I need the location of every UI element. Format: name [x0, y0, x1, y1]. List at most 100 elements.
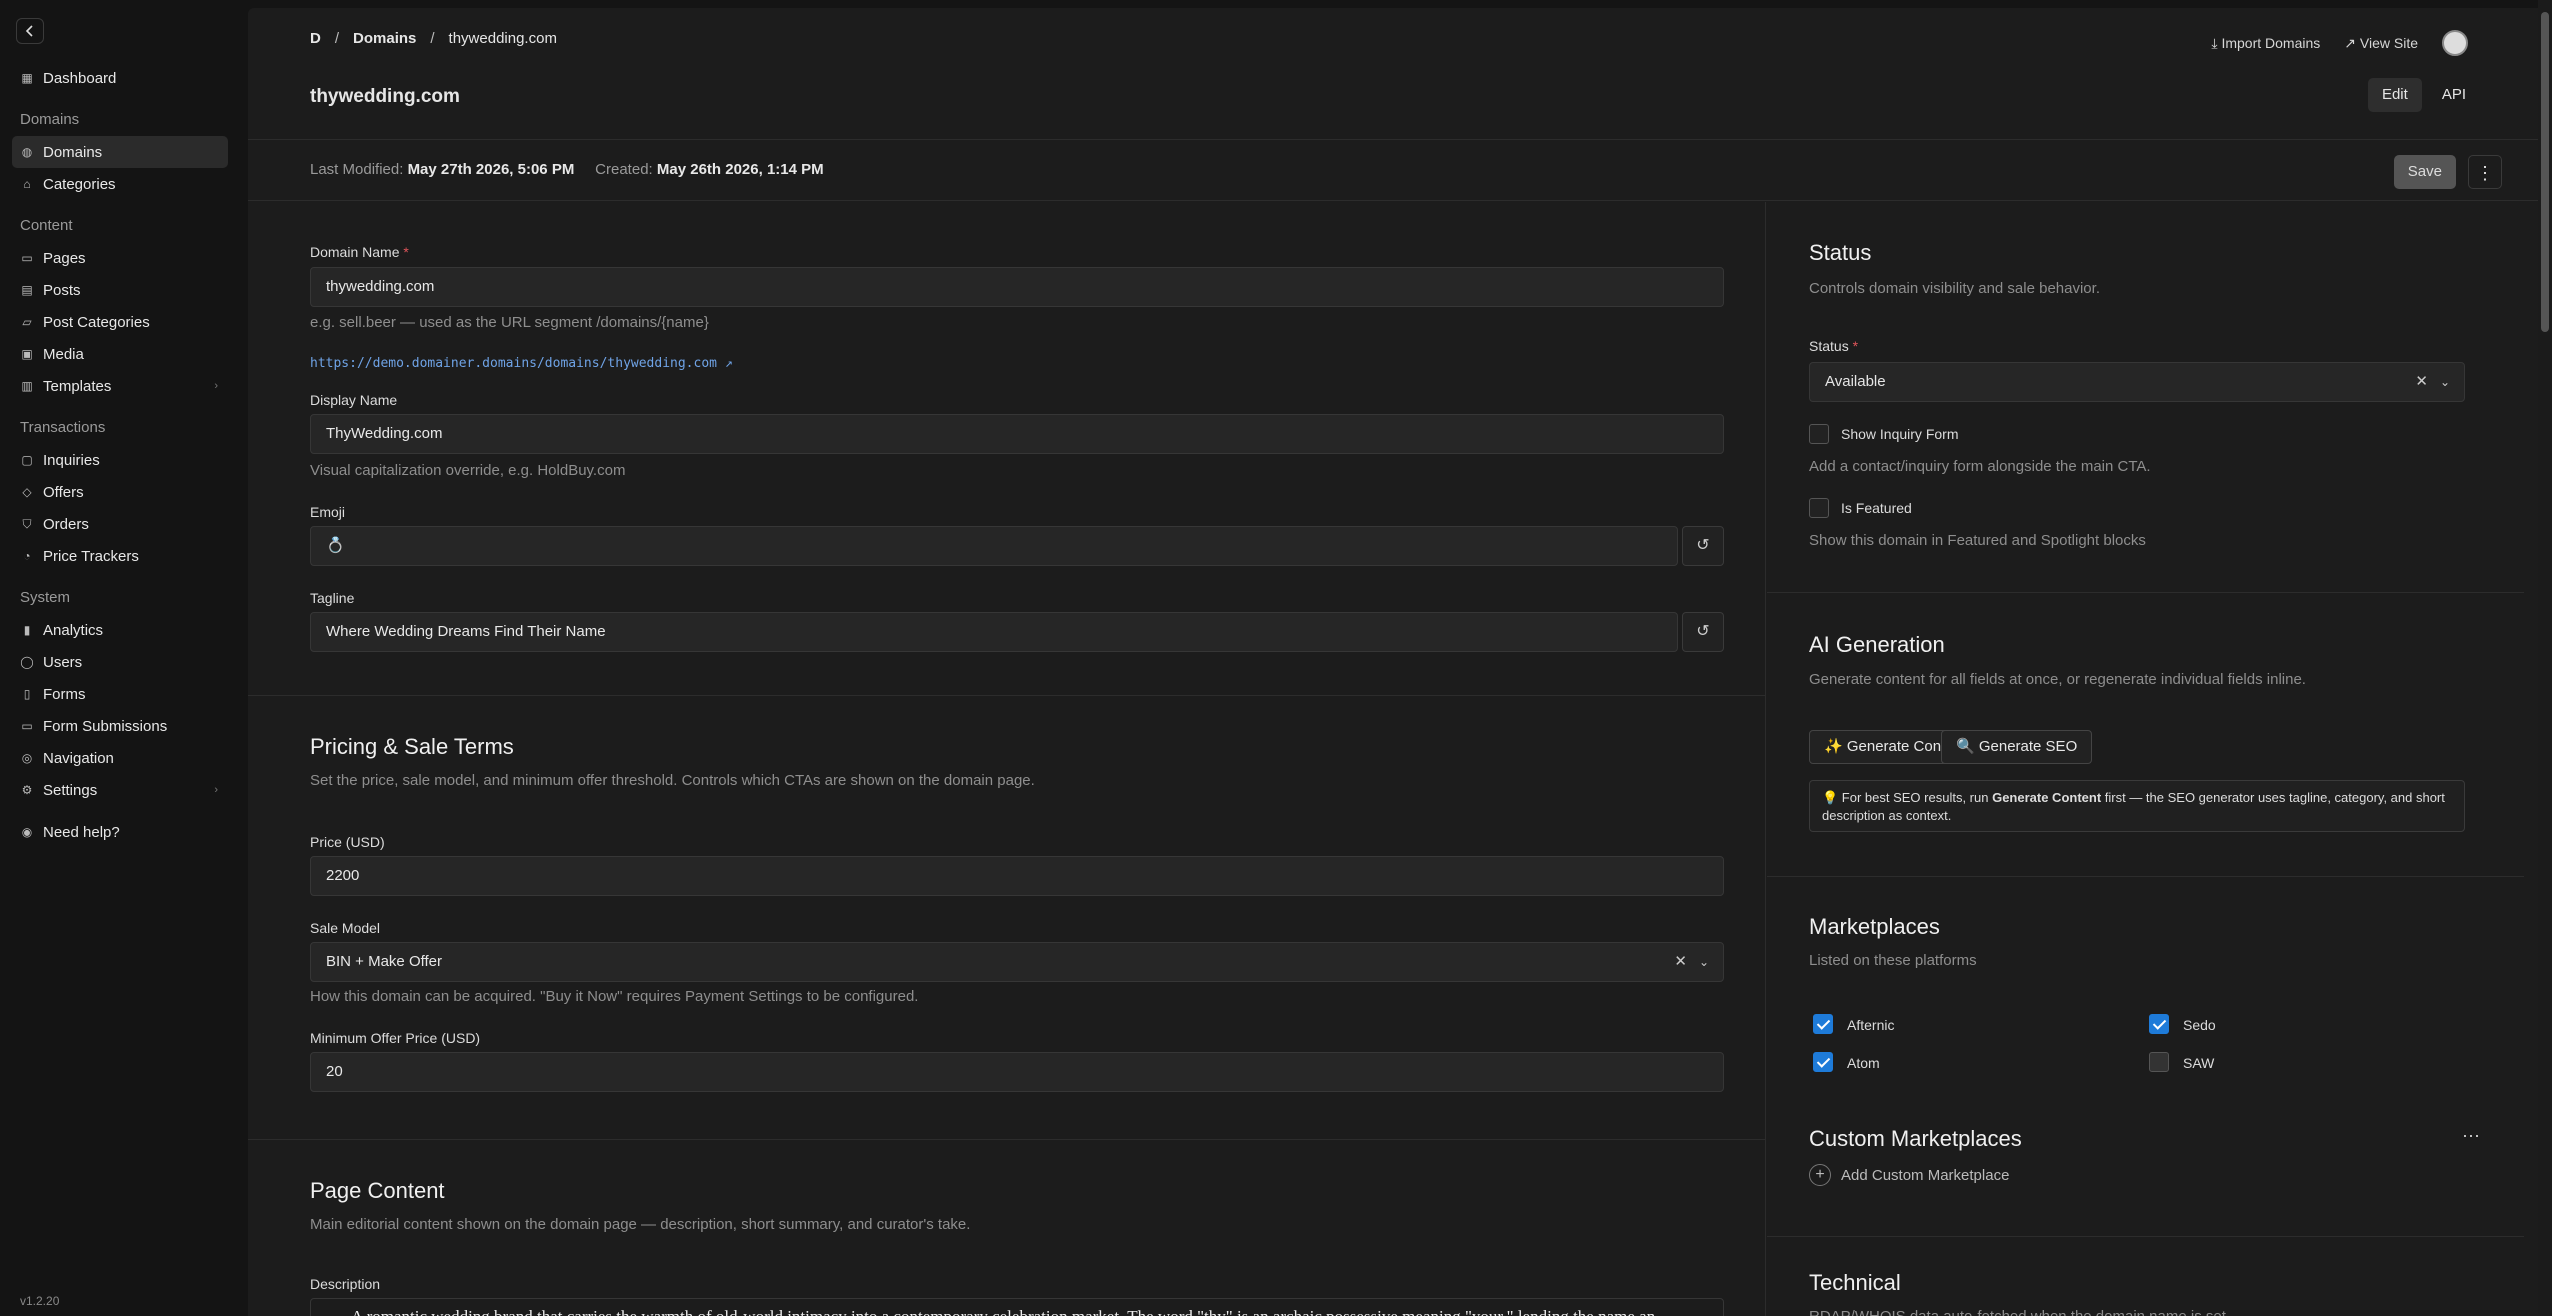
is-featured-hint: Show this domain in Featured and Spotlig… — [1809, 532, 2146, 549]
page-scrollbar[interactable] — [2538, 0, 2552, 1316]
marketplace-atom-checkbox[interactable] — [1813, 1052, 1833, 1072]
template-icon: ▥ — [21, 379, 33, 393]
status-select[interactable]: Available ✕ ⌄ — [1809, 362, 2465, 402]
more-actions-button[interactable]: ⋮ — [2468, 155, 2502, 189]
post-icon: ▤ — [21, 283, 33, 297]
tab-api[interactable]: API — [2428, 78, 2480, 112]
sidebar-item-dashboard[interactable]: ▦ Dashboard — [12, 62, 228, 94]
plus-circle-icon: + — [1809, 1164, 1831, 1186]
offer-icon: ◇ — [22, 485, 32, 499]
tag-icon: ⌂ — [23, 177, 31, 191]
chevron-left-icon — [25, 25, 33, 37]
description-editor[interactable]: A romantic wedding brand that carries th… — [310, 1298, 1724, 1316]
sidebar-item-inquiries[interactable]: ▢ Inquiries — [12, 444, 228, 476]
sidebar-item-navigation[interactable]: ◎ Navigation — [12, 742, 228, 774]
marketplace-sedo-checkbox[interactable] — [2149, 1014, 2169, 1034]
status-subtitle: Controls domain visibility and sale beha… — [1809, 280, 2100, 297]
sidebar-item-orders[interactable]: ⛉ Orders — [12, 508, 228, 540]
display-name-input[interactable]: ThyWedding.com — [310, 414, 1724, 454]
show-inquiry-checkbox[interactable] — [1809, 424, 1829, 444]
view-site-label: View Site — [2359, 34, 2418, 51]
tagline-input[interactable]: Where Wedding Dreams Find Their Name — [310, 612, 1678, 652]
section-divider — [1767, 1236, 2524, 1237]
sidebar-item-forms[interactable]: ▯ Forms — [12, 678, 228, 710]
section-divider — [248, 695, 1766, 696]
sidebar-item-price-trackers[interactable]: ◔ Price Trackers — [12, 540, 228, 572]
help-icon: ◉ — [21, 825, 33, 839]
sidebar-item-templates[interactable]: ▥ Templates › — [12, 370, 228, 402]
sidebar-item-users[interactable]: ◯ Users — [12, 646, 228, 678]
chart-icon: ▮ — [23, 623, 31, 637]
generate-seo-button[interactable]: 🔍 Generate SEO — [1941, 730, 2093, 764]
page-header: D / Domains / thywedding.com ⤓ Import Do… — [248, 8, 2538, 140]
sidebar-item-label: Users — [43, 653, 83, 671]
min-offer-input[interactable]: 20 — [310, 1052, 1724, 1092]
main-form: Domain Name * thywedding.com e.g. sell.b… — [248, 202, 1766, 1316]
chevron-down-icon[interactable]: ⌄ — [2440, 363, 2450, 401]
is-featured-checkbox[interactable] — [1809, 498, 1829, 518]
marketplace-saw-checkbox[interactable] — [2149, 1052, 2169, 1072]
emoji-reset-button[interactable]: ↺ — [1682, 526, 1724, 566]
sidebar-item-need-help[interactable]: ◉ Need help? — [12, 816, 228, 848]
sidebar-item-form-submissions[interactable]: ▭ Form Submissions — [12, 710, 228, 742]
price-input[interactable]: 2200 — [310, 856, 1724, 896]
sidebar-item-settings[interactable]: ⚙ Settings › — [12, 774, 228, 806]
clear-icon[interactable]: ✕ — [1674, 943, 1687, 981]
grid-icon: ▦ — [21, 71, 33, 85]
image-icon: ▣ — [21, 347, 33, 361]
sidebar-item-label: Settings — [43, 781, 98, 799]
sale-model-select[interactable]: BIN + Make Offer ✕ ⌄ — [310, 942, 1724, 982]
emoji-input[interactable]: 💍 — [310, 526, 1678, 566]
breadcrumb-root[interactable]: D — [310, 30, 321, 47]
tagline-reset-button[interactable]: ↺ — [1682, 612, 1724, 652]
form-icon: ▯ — [23, 687, 31, 701]
external-link-icon: ↗ — [2344, 34, 2360, 51]
nav-group-title: Transactions — [20, 419, 106, 436]
page-content-title: Page Content — [310, 1178, 445, 1203]
sidebar-item-pages[interactable]: ▭ Pages — [12, 242, 228, 274]
domain-name-input[interactable]: thywedding.com — [310, 267, 1724, 307]
sidebar-item-media[interactable]: ▣ Media — [12, 338, 228, 370]
bell-icon: ◔ — [23, 549, 31, 563]
custom-marketplaces-menu-button[interactable]: ⋯ — [2462, 1126, 2480, 1147]
chevron-down-icon[interactable]: ⌄ — [1699, 943, 1709, 981]
view-site-button[interactable]: ↗ View Site — [2344, 35, 2418, 52]
sidebar-item-post-categories[interactable]: ▱ Post Categories — [12, 306, 228, 338]
import-domains-button[interactable]: ⤓ Import Domains — [2211, 35, 2320, 52]
status-value: Available — [1825, 373, 1886, 390]
nav-group-title: Content — [20, 217, 73, 234]
marketplace-afternic-checkbox[interactable] — [1813, 1014, 1833, 1034]
sidebar-item-label: Need help? — [43, 823, 120, 841]
view-tabs: Edit API — [2367, 78, 2480, 112]
sidebar-item-offers[interactable]: ◇ Offers — [12, 476, 228, 508]
min-offer-label: Minimum Offer Price (USD) — [310, 1030, 481, 1046]
avatar[interactable] — [2442, 30, 2468, 56]
modified-value: May 27th 2026, 5:06 PM — [407, 161, 575, 178]
pricing-subtitle: Set the price, sale model, and minimum o… — [310, 772, 1035, 789]
sidebar-item-label: Media — [43, 345, 84, 363]
is-featured-label: Is Featured — [1841, 500, 1912, 516]
custom-marketplaces-title: Custom Marketplaces — [1809, 1126, 2022, 1151]
save-button[interactable]: Save — [2393, 155, 2456, 189]
scrollbar-thumb[interactable] — [2541, 12, 2549, 332]
add-custom-marketplace-button[interactable]: + Add Custom Marketplace — [1809, 1164, 2009, 1186]
breadcrumb-domains[interactable]: Domains — [353, 30, 416, 47]
side-panel: Status Controls domain visibility and sa… — [1767, 202, 2524, 1316]
clear-icon[interactable]: ✕ — [2415, 363, 2428, 401]
app-version: v1.2.20 — [20, 1294, 60, 1308]
more-horizontal-icon: ⋯ — [2462, 1126, 2480, 1146]
modified-label: Last Modified: — [310, 161, 404, 178]
sidebar-item-categories[interactable]: ⌂ Categories — [12, 168, 228, 200]
technical-subtitle: RDAP/WHOIS data auto-fetched when the do… — [1809, 1308, 2230, 1316]
domain-url-link[interactable]: https://demo.domainer.domains/domains/th… — [310, 356, 733, 371]
created-label: Created: — [595, 161, 653, 178]
import-domains-label: Import Domains — [2221, 34, 2321, 51]
sidebar-item-domains[interactable]: ◍ Domains — [12, 136, 228, 168]
tab-edit[interactable]: Edit — [2367, 78, 2422, 112]
sidebar-item-posts[interactable]: ▤ Posts — [12, 274, 228, 306]
nav-group-title: Domains — [20, 111, 80, 128]
sidebar-item-analytics[interactable]: ▮ Analytics — [12, 614, 228, 646]
sidebar-item-label: Categories — [43, 175, 116, 193]
meta-bar: Last Modified: May 27th 2026, 5:06 PM Cr… — [248, 141, 2538, 201]
collapse-sidebar-button[interactable] — [16, 18, 44, 44]
